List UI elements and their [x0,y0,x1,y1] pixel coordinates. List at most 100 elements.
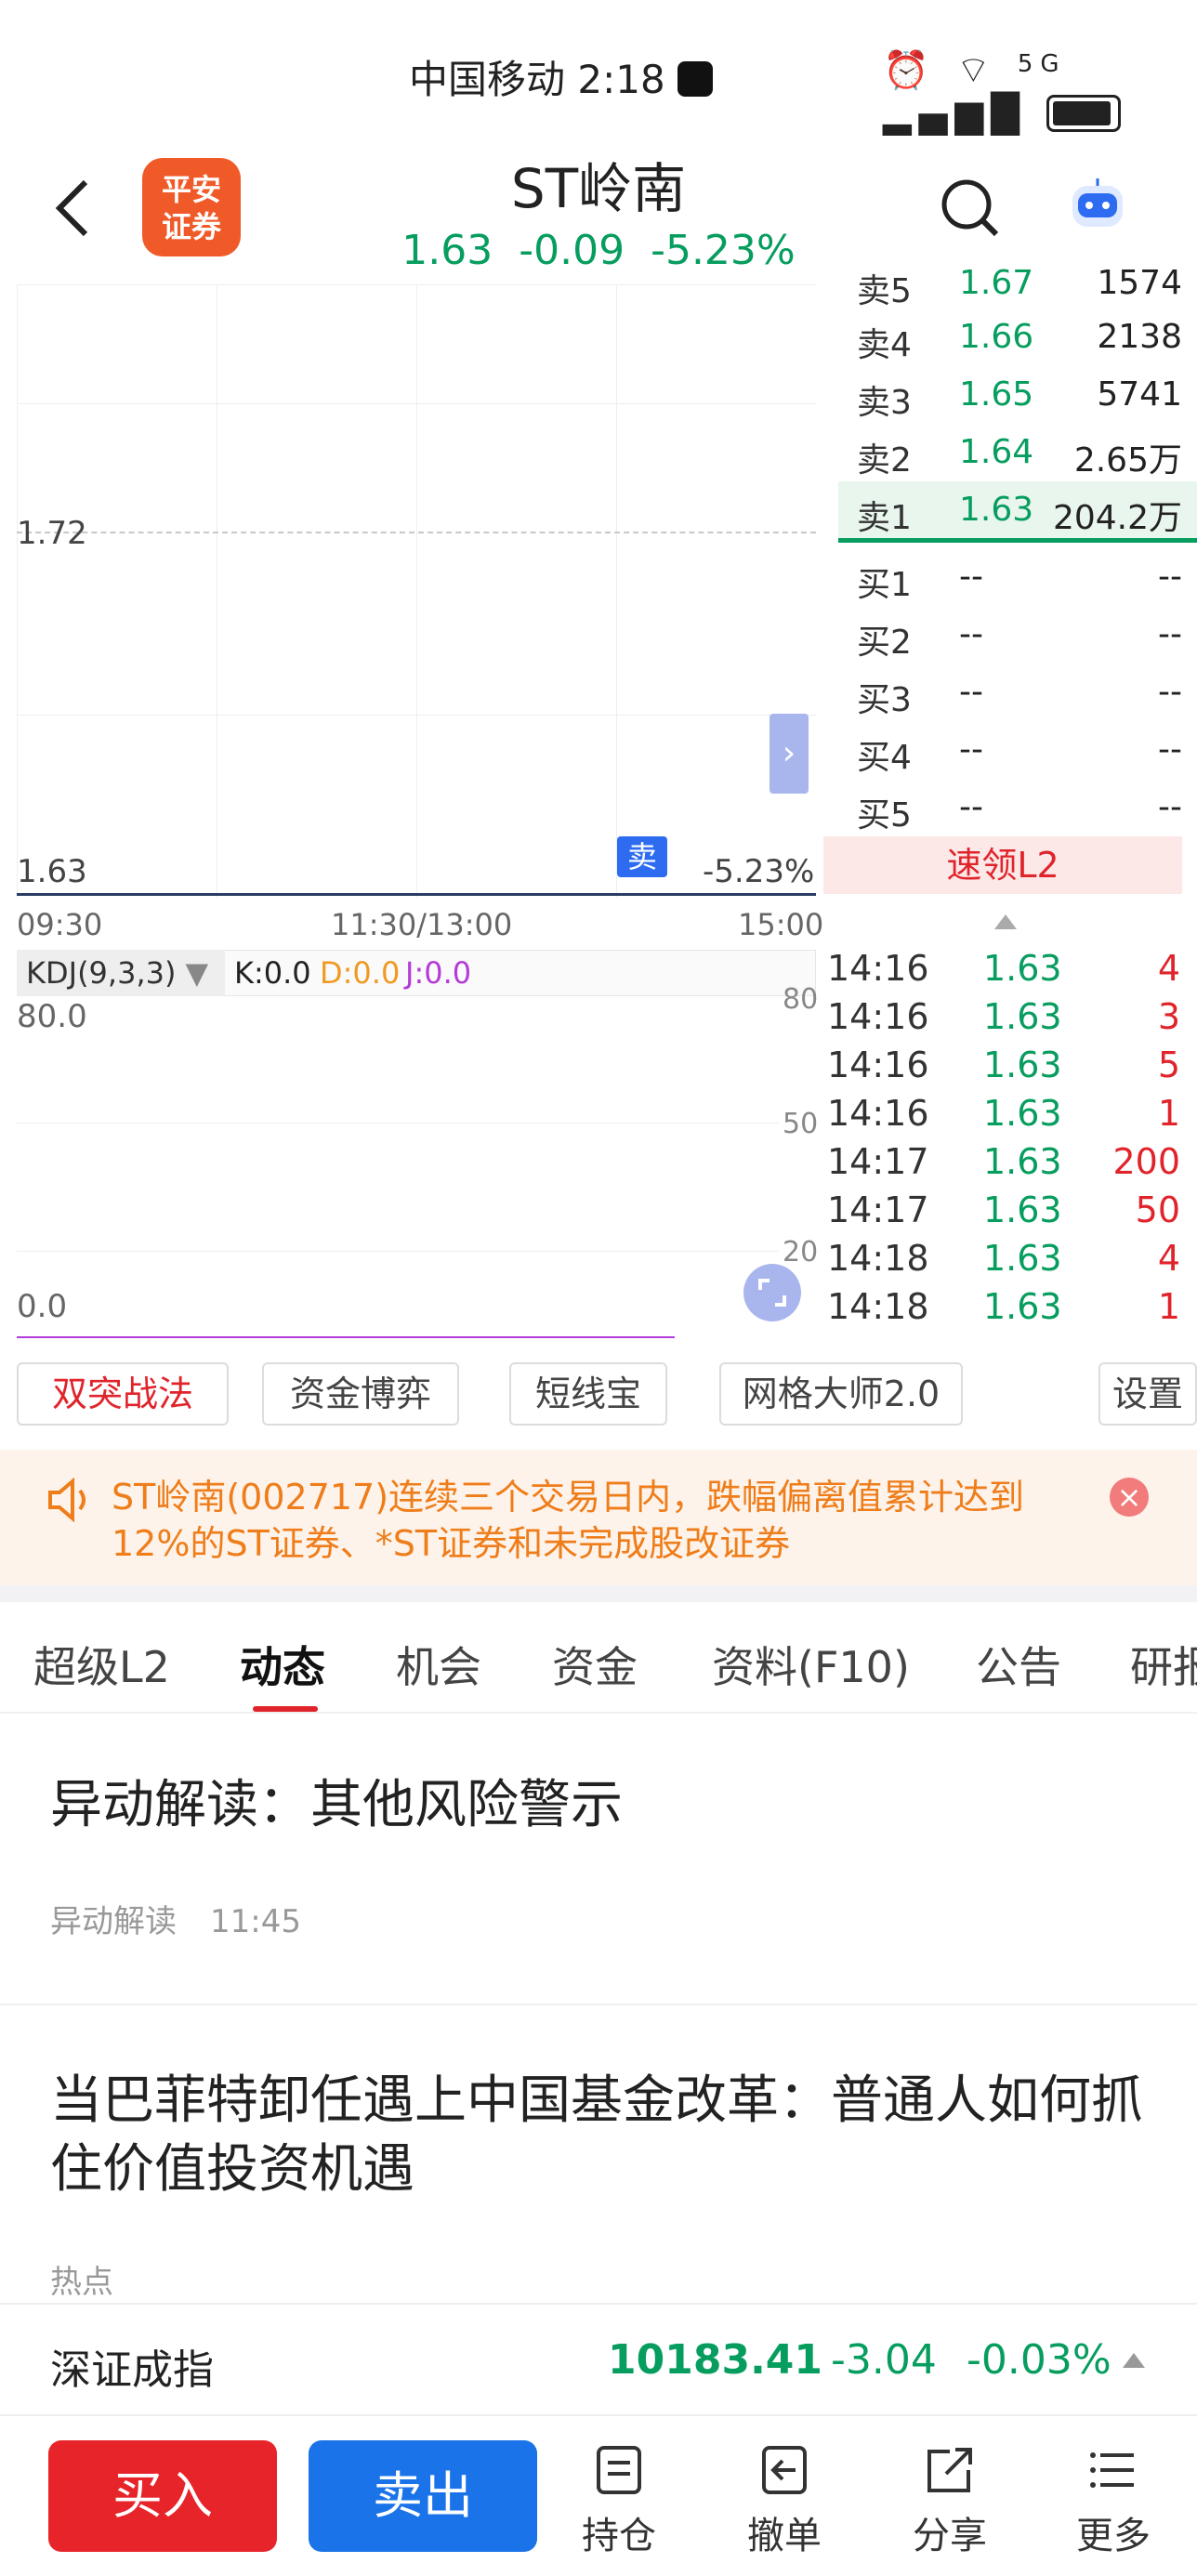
trade-row: 14:18 1.63 1 [827,1282,1180,1331]
more-button[interactable]: 更多 [1067,2444,1160,2559]
buy-row-3[interactable]: 买3 -- -- [838,664,1197,719]
index-pct: -0.03% [967,2336,1112,2384]
sell-volume: 2138 [1097,318,1182,356]
grid-line [17,1251,779,1252]
wifi-icon: ⌔ [955,49,999,92]
buy-row-5[interactable]: 买5 -- -- [838,779,1197,835]
tab-announcements[interactable]: 公告 [976,1634,1061,1695]
broker-logo: 平安 证券 [142,158,241,256]
trade-price: 1.63 [983,1286,1062,1327]
buy-label: 买5 [857,796,912,835]
buy-label: 买4 [857,739,912,777]
speaker-icon [46,1477,95,1526]
sell-button[interactable]: 卖出 [309,2440,537,2552]
tab-opportunity[interactable]: 机会 [396,1634,481,1695]
trade-price: 1.63 [983,1045,1062,1085]
expand-orderbook-icon[interactable]: › [770,714,809,794]
back-icon[interactable] [46,171,102,245]
tool-grid-master[interactable]: 网格大师2.0 [719,1362,963,1426]
buy-button[interactable]: 买入 [48,2440,277,2552]
search-icon[interactable] [939,177,1002,240]
trade-volume: 200 [1112,1141,1180,1182]
tool-settings[interactable]: 设置 [1098,1362,1197,1426]
trade-price: 1.63 [983,1093,1062,1134]
trade-time: 14:18 [827,1286,929,1327]
tool-double-breakout[interactable]: 双突战法 [17,1362,229,1426]
cancel-order-icon [762,2446,807,2494]
tool-capital-game[interactable]: 资金博弈 [262,1362,459,1426]
buy-volume: -- [1158,558,1182,596]
sell-row-1[interactable]: 卖1 1.63 204.2万 [838,481,1197,543]
tool-short-term[interactable]: 短线宝 [509,1362,667,1426]
news-title: 异动解读：其他风险警示 [50,1775,623,1835]
trade-row: 14:16 1.63 5 [827,1041,1180,1089]
robot-assistant-icon[interactable] [1067,177,1128,232]
kdj-select-label: KDJ(9,3,3) [26,955,177,991]
trade-row: 14:16 1.63 3 [827,992,1180,1041]
stock-change-pct: -5.23% [651,227,796,274]
buy-price: -- [959,615,983,653]
close-icon[interactable]: × [1110,1478,1149,1517]
tiktok-icon [677,61,714,97]
content-tabs: 超级L2 动态 机会 资金 资料(F10) 公告 研报 [0,1602,1197,1714]
expand-up-icon[interactable] [1123,2353,1145,2368]
status-bar: 中国移动 2:18 ⏰ ⌔ 5G ▂▄▆█ [0,0,1197,139]
kdj-line [17,1336,675,1338]
bottom-action-bar: 买入 卖出 持仓 撤单 分享 更多 [0,2416,1197,2576]
buy-row-4[interactable]: 买4 -- -- [838,721,1197,777]
news-item[interactable]: 异动解读：其他风险警示 异动解读 11:45 [0,1714,1197,2004]
buy-row-1[interactable]: 买1 -- -- [838,548,1197,604]
time-label-open: 09:30 [17,907,103,942]
time-label-close: 15:00 [738,907,824,942]
sell-row-2[interactable]: 卖2 1.64 2.65万 [838,424,1197,480]
sell-volume: 5741 [1097,375,1182,414]
trade-volume: 50 [1135,1189,1180,1230]
cancel-order-button[interactable]: 撤单 [738,2444,831,2559]
news-source: 异动解读 [50,1903,177,1940]
network-label: 5G [1017,50,1067,78]
fullscreen-icon[interactable] [743,1264,801,1321]
index-ticker[interactable]: 深证成指 10183.41 -3.04 -0.03% [0,2303,1197,2416]
intraday-chart[interactable]: 1.72 1.63 -5.23% 卖 › 09:30 11:30/13:00 1… [0,284,824,1353]
buy-label: 买2 [857,624,912,662]
time-label-mid: 11:30/13:00 [331,907,513,942]
sell-row-3[interactable]: 卖3 1.65 5741 [838,366,1197,422]
kdj-right-80: 80 [783,983,819,1016]
trade-time: 14:18 [827,1238,929,1279]
share-label: 分享 [913,2515,987,2557]
buy-label: 买1 [857,566,912,604]
index-value: 10183.41 [608,2336,823,2384]
sell-row-5[interactable]: 卖5 1.67 1574 [838,255,1197,310]
trade-price: 1.63 [983,1141,1062,1182]
sell-volume: 204.2万 [1052,499,1182,537]
reference-line [17,532,816,533]
sell-label: 卖2 [857,441,912,480]
status-icons: ⏰ ⌔ 5G ▂▄▆█ [883,46,1197,136]
sell-price: 1.66 [959,318,1034,356]
scroll-up-icon[interactable] [994,914,1017,929]
news-time: 11:45 [210,1903,301,1940]
alarm-icon: ⏰ [883,49,937,92]
trade-time: 14:16 [827,1093,929,1134]
holdings-button[interactable]: 持仓 [572,2444,665,2559]
sell-label: 卖4 [857,326,912,364]
share-button[interactable]: 分享 [903,2444,996,2559]
buy-price: -- [959,558,983,596]
sell-price: 1.65 [959,375,1034,414]
tab-f10[interactable]: 资料(F10) [712,1634,910,1695]
price-current-label: 1.63 [17,853,87,890]
l2-upgrade-button[interactable]: 速领L2 [823,836,1182,894]
news-meta: 热点 [50,2256,113,2302]
buy-row-2[interactable]: 买2 -- -- [838,606,1197,662]
tab-research[interactable]: 研报 [1130,1634,1197,1695]
tab-super-l2[interactable]: 超级L2 [33,1634,170,1695]
kdj-right-50: 50 [783,1108,819,1140]
tab-funds[interactable]: 资金 [552,1634,638,1695]
news-item[interactable]: 当巴菲特卸任遇上中国基金改革：普通人如何抓住价值投资机遇 热点 [0,2005,1197,2303]
buy-volume: -- [1158,730,1182,769]
kdj-indicator-select[interactable]: KDJ(9,3,3) ▼ [17,950,225,996]
grid-line [416,284,417,898]
sell-row-4[interactable]: 卖4 1.66 2138 [838,309,1197,364]
sell-marker[interactable]: 卖 [617,836,667,877]
tab-dynamics[interactable]: 动态 [240,1634,325,1695]
